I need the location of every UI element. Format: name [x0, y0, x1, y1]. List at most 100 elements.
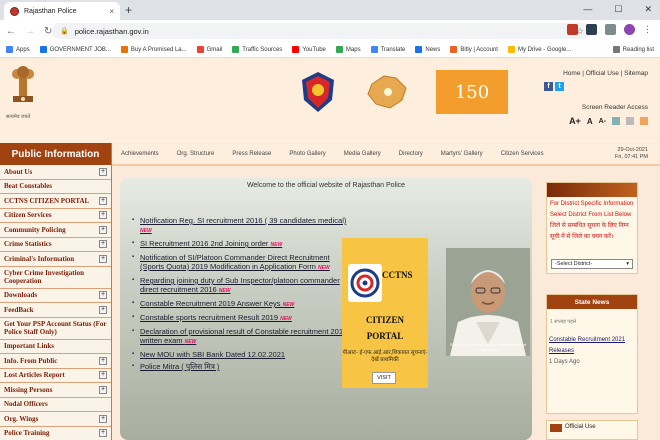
bookmark-1[interactable]: GOVERNMENT JOB... [39, 46, 111, 53]
website: सत्यमेव जयते 150 Home | Official Use | S… [0, 58, 660, 440]
notice-link[interactable]: New MOU with SBI Bank Dated 12.02.2021 [132, 350, 354, 359]
expand-plus-icon[interactable]: + [99, 240, 107, 249]
profile-avatar-icon[interactable] [624, 24, 635, 35]
theme-swatch-teal[interactable] [612, 117, 620, 125]
district-info-box: For District Specific Information Select… [546, 182, 638, 274]
sidebar-item[interactable]: Downloads + [0, 289, 111, 303]
official-use-box[interactable]: Official Use [546, 420, 638, 440]
cctns-portal-card[interactable]: CCTNS CITIZEN PORTAL पीआरः- ई-एफ.आई.आर,श… [342, 238, 428, 388]
menu-item[interactable]: Citizen Services [492, 151, 553, 157]
notice-link[interactable]: Constable Recruitment 2019 Answer Keys N… [132, 299, 354, 310]
bookmark-7[interactable]: Translate [370, 46, 405, 53]
menu-item[interactable]: Photo Gallery [280, 151, 334, 157]
minimize-icon[interactable]: — [583, 4, 592, 15]
bookmark-3[interactable]: Gmail [196, 46, 222, 53]
bookmark-icon [450, 46, 458, 53]
bookmark-9[interactable]: Bitly | Account [450, 46, 498, 53]
district-select[interactable]: -Select District- ▾ [551, 259, 633, 269]
twitter-icon[interactable]: t [555, 82, 564, 91]
expand-plus-icon[interactable]: + [99, 254, 107, 263]
sidebar-item[interactable]: Org. Wings + [0, 412, 111, 427]
expand-plus-icon[interactable]: + [99, 211, 107, 220]
close-window-icon[interactable]: ✕ [644, 4, 652, 15]
bookmark-8[interactable]: News [415, 46, 440, 53]
bookmark-6[interactable]: Maps [335, 46, 361, 53]
sidebar-item[interactable]: Get Your PSP Account Status (For Police … [0, 318, 111, 340]
notice-link[interactable]: Notification of SI/Platoon Commander Dir… [132, 253, 354, 273]
extensions-puzzle-icon[interactable] [605, 24, 616, 35]
sidebar-item[interactable]: Cyber Crime Investigation Cooperation [0, 267, 111, 289]
browser-tab[interactable]: Rajasthan Police × [4, 2, 120, 20]
expand-plus-icon[interactable]: + [99, 414, 107, 423]
back-icon[interactable]: ← [6, 26, 16, 37]
font-increase-button[interactable]: A+ [569, 116, 581, 126]
expand-plus-icon[interactable]: + [99, 356, 107, 365]
maximize-icon[interactable]: ☐ [614, 4, 622, 15]
notice-link[interactable]: Regarding joining duty of Sub Inspector/… [132, 276, 354, 296]
menu-item[interactable]: Directory [390, 151, 432, 157]
cctns-subtitle: CITIZEN PORTAL [365, 315, 404, 341]
sidebar-item[interactable]: Important Links [0, 340, 111, 354]
url-text[interactable]: police.rajasthan.gov.in [75, 27, 570, 36]
extension-icon[interactable] [586, 24, 597, 35]
rajasthan-police-logo-icon [302, 72, 334, 112]
sidebar-item[interactable]: Police Training + [0, 427, 111, 440]
sidebar-item[interactable]: Nodal Officers [0, 398, 111, 412]
menu-item[interactable]: Org. Structure [168, 151, 224, 157]
top-links[interactable]: Home | Official Use | Sitemap [563, 70, 648, 77]
bookmark-5[interactable]: YouTube [292, 46, 326, 53]
sidebar-item[interactable]: Citizen Services + [0, 209, 111, 223]
theme-swatch-gray[interactable] [626, 117, 634, 125]
reading-list-button[interactable]: Reading list [612, 46, 654, 53]
screen-reader-access-link[interactable]: Screen Reader Access [582, 104, 648, 111]
sidebar-item[interactable]: Lost Articles Report + [0, 369, 111, 383]
menu-kebab-icon[interactable]: ⋮ [643, 24, 652, 35]
state-news-box: State News 1 सप्ताह पहले Constable Recru… [546, 294, 638, 414]
expand-plus-icon[interactable]: + [99, 167, 107, 176]
font-decrease-button[interactable]: A- [599, 118, 606, 125]
menu-item[interactable]: Achievements [112, 151, 168, 157]
expand-plus-icon[interactable]: + [99, 305, 107, 314]
bookmark-2[interactable]: Buy A Promised La... [120, 46, 187, 53]
close-tab-icon[interactable]: × [109, 7, 114, 16]
bookmark-10[interactable]: My Drive - Google... [507, 46, 571, 53]
bookmark-0[interactable]: Apps [6, 46, 30, 53]
sidebar-item[interactable]: Criminal's Information + [0, 252, 111, 267]
sidebar-item[interactable]: Community Policing + [0, 223, 111, 238]
notice-link[interactable]: Declaration of provisional result of Con… [132, 327, 354, 347]
lock-icon[interactable]: 🔒 [60, 27, 69, 35]
cctns-visit-button[interactable]: VISIT [372, 372, 396, 384]
sidebar-item[interactable]: Crime Statistics + [0, 238, 111, 252]
sidebar-item[interactable]: CCTNS CITIZEN PORTAL + [0, 194, 111, 209]
notice-link[interactable]: Constable sports recruitment Result 2019… [132, 313, 354, 324]
menu-item[interactable]: Martyrs' Gallery [432, 151, 492, 157]
forward-icon[interactable]: → [25, 26, 35, 37]
theme-swatch-orange[interactable] [640, 117, 648, 125]
new-tab-icon[interactable]: + [125, 3, 132, 17]
sidebar-item[interactable]: Missing Persons + [0, 383, 111, 398]
sidebar-item[interactable]: Info. From Public + [0, 354, 111, 369]
expand-plus-icon[interactable]: + [99, 225, 107, 234]
sidebar-item[interactable]: Beat Constables [0, 180, 111, 194]
expand-plus-icon[interactable]: + [99, 385, 107, 394]
sidebar-item[interactable]: FeedBack + [0, 303, 111, 318]
notice-link[interactable]: SI Recruitment 2016 2nd Joining order NE… [132, 239, 354, 250]
rajasthan-map-logo-icon [367, 75, 407, 109]
state-news-link[interactable]: Constable Recruitment 2021 Releases [547, 325, 637, 357]
facebook-icon[interactable]: f [544, 82, 553, 91]
bookmark-4[interactable]: Traffic Sources [232, 46, 282, 53]
extension-icon[interactable] [567, 24, 578, 35]
expand-plus-icon[interactable]: + [99, 196, 107, 205]
expand-plus-icon[interactable]: + [99, 291, 107, 300]
expand-plus-icon[interactable]: + [99, 371, 107, 380]
notice-link[interactable]: Police Mitra ( पुलिस मित्र ) [132, 362, 354, 371]
national-emblem-icon [12, 66, 34, 102]
notice-link[interactable]: Notification Reg. SI recruitment 2016 ( … [132, 216, 354, 236]
menu-item[interactable]: Press Release [223, 151, 280, 157]
url-bar[interactable]: 🔒 police.rajasthan.gov.in ☆ [52, 23, 592, 39]
font-normal-button[interactable]: A [587, 117, 593, 126]
expand-plus-icon[interactable]: + [99, 429, 107, 438]
bookmark-icon [415, 46, 423, 53]
sidebar-item[interactable]: About Us + [0, 165, 111, 180]
menu-item[interactable]: Media Gallery [335, 151, 390, 157]
